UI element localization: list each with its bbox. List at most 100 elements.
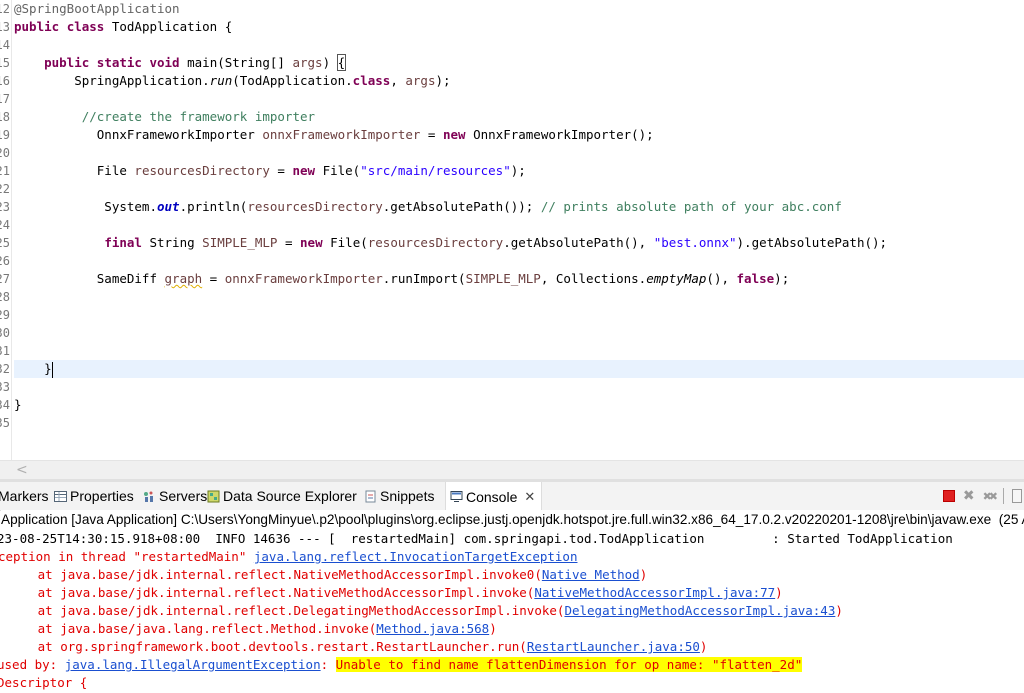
console-error-text: ) xyxy=(699,639,708,654)
tab-label: Markers xyxy=(0,488,49,504)
stacktrace-link[interactable]: RestartLauncher.java:50 xyxy=(527,639,700,654)
line-number: 18 xyxy=(0,110,10,124)
code-line[interactable]: public class TodApplication { xyxy=(14,18,1024,36)
line-number: 34 xyxy=(0,398,10,412)
tab-console[interactable]: Console ✕ xyxy=(445,482,543,511)
terminate-icon[interactable] xyxy=(942,490,955,502)
code-line[interactable] xyxy=(14,36,1024,54)
line-number: 19 xyxy=(0,128,10,142)
line-number: 30 xyxy=(0,326,10,340)
line-number: 33 xyxy=(0,380,10,394)
current-code-line[interactable]: } xyxy=(14,360,1024,378)
code-text: SameDiff xyxy=(14,271,165,286)
annotation-token: @SpringBootApplication xyxy=(14,1,180,16)
code-line[interactable]: @SpringBootApplication xyxy=(14,0,1024,18)
remove-all-terminated-icon[interactable]: ✖✖ xyxy=(983,490,999,503)
code-text: System. xyxy=(14,199,157,214)
code-text: String xyxy=(141,235,203,250)
code-line[interactable] xyxy=(14,90,1024,108)
console-error-text: at java.base/jdk.internal.reflect.Delega… xyxy=(0,603,565,618)
tab-label: Properties xyxy=(70,488,134,504)
line-number: 29 xyxy=(0,308,10,322)
tab-label: Console xyxy=(466,488,518,505)
code-line[interactable]: SameDiff graph = onnxFrameworkImporter.r… xyxy=(14,270,1024,288)
code-line[interactable]: OnnxFrameworkImporter onnxFrameworkImpor… xyxy=(14,126,1024,144)
stacktrace-link[interactable]: DelegatingMethodAccessorImpl.java:43 xyxy=(564,603,835,618)
line-number: 35 xyxy=(0,416,10,430)
static-method-token: run xyxy=(209,73,233,88)
code-text: } xyxy=(14,361,52,376)
scroll-left-icon[interactable]: < xyxy=(16,461,28,479)
code-text: = xyxy=(420,127,443,142)
stacktrace-link[interactable]: NativeMethodAccessorImpl.java:77 xyxy=(534,585,775,600)
code-line[interactable]: } xyxy=(14,396,1024,414)
keyword-token: class xyxy=(352,73,391,88)
tab-markers[interactable]: Markers xyxy=(0,482,49,510)
code-line[interactable] xyxy=(14,144,1024,162)
stacktrace-link[interactable]: java.lang.reflect.InvocationTargetExcept… xyxy=(254,549,578,564)
console-error-text: at java.base/java.lang.reflect.Method.in… xyxy=(0,621,377,636)
code-comment: //create the framework importer xyxy=(81,109,316,124)
tab-snippets[interactable]: Snippets xyxy=(364,482,434,510)
code-text: .println( xyxy=(179,199,248,214)
code-line[interactable] xyxy=(14,306,1024,324)
line-number: 28 xyxy=(0,290,10,304)
code-text: .getAbsolutePath()); xyxy=(382,199,541,214)
code-line[interactable]: public static void main(String[] args) { xyxy=(14,54,1024,72)
line-number: 27 xyxy=(0,272,10,286)
code-editor[interactable]: 12 13 14 15 16 17 18 19 20 21 22 23 24 25 26 27 28 29 30 31… xyxy=(0,0,1024,460)
code-line[interactable]: System.out.println(resourcesDirectory.ge… xyxy=(14,198,1024,216)
console-icon xyxy=(450,490,463,503)
code-line[interactable]: SpringApplication.run(TodApplication.cla… xyxy=(14,72,1024,90)
code-line[interactable] xyxy=(14,342,1024,360)
code-line[interactable] xyxy=(14,414,1024,432)
static-field-token: out xyxy=(157,199,180,214)
console-error-text: used by: xyxy=(0,657,65,672)
console-output[interactable]: 23-08-25T14:30:15.918+08:00 INFO 14636 -… xyxy=(0,530,1024,693)
servers-icon xyxy=(143,490,156,503)
tab-servers[interactable]: Servers xyxy=(143,482,207,510)
console-error-text: at java.base/jdk.internal.reflect.Native… xyxy=(0,585,535,600)
code-comment: // prints absolute path of your abc.conf xyxy=(540,199,842,214)
data-source-explorer-icon xyxy=(207,490,220,503)
console-line: at org.springframework.boot.devtools.res… xyxy=(0,638,708,656)
console-error-text: ception in thread "restartedMain" xyxy=(0,549,254,564)
stacktrace-link[interactable]: java.lang.IllegalArgumentException xyxy=(65,657,321,672)
code-text: ); xyxy=(510,163,526,178)
line-number: 14 xyxy=(0,38,10,52)
stacktrace-link[interactable]: Method.java:568 xyxy=(376,621,489,636)
tab-data-source-explorer[interactable]: Data Source Explorer xyxy=(207,482,357,510)
code-line[interactable] xyxy=(14,324,1024,342)
code-line[interactable] xyxy=(14,378,1024,396)
code-line[interactable]: //create the framework importer xyxy=(14,108,1024,126)
remove-launch-icon[interactable]: ✖ xyxy=(963,488,975,504)
console-toolbar: ✖ ✖✖ xyxy=(942,482,1024,510)
code-line[interactable]: final String SIMPLE_MLP = new File(resou… xyxy=(14,234,1024,252)
code-line[interactable] xyxy=(14,216,1024,234)
close-icon[interactable]: ✕ xyxy=(524,483,535,511)
code-line[interactable] xyxy=(14,288,1024,306)
horizontal-scrollbar[interactable]: < xyxy=(0,460,1024,479)
console-process-title: Application [Java Application] C:\Users\… xyxy=(1,510,1024,529)
code-text: = xyxy=(269,163,293,178)
line-number: 25 xyxy=(0,236,10,250)
code-text: (), xyxy=(706,271,737,286)
line-number: 15 xyxy=(0,56,10,70)
code-line[interactable]: File resourcesDirectory = new File("src/… xyxy=(14,162,1024,180)
console-page-icon[interactable] xyxy=(1012,489,1022,503)
line-number: 20 xyxy=(0,146,10,160)
variable-token: onnxFrameworkImporter xyxy=(262,127,421,142)
console-error-text: : xyxy=(320,657,336,672)
code-line[interactable] xyxy=(14,252,1024,270)
code-line[interactable] xyxy=(14,180,1024,198)
line-number: 22 xyxy=(0,182,10,196)
stacktrace-link[interactable]: Native Method xyxy=(542,567,640,582)
tab-properties[interactable]: Properties xyxy=(54,482,134,510)
console-error-text: at java.base/jdk.internal.reflect.Native… xyxy=(0,567,542,582)
code-text: SpringApplication. xyxy=(14,73,210,88)
console-line: at java.base/jdk.internal.reflect.Native… xyxy=(0,566,648,584)
warning-variable-token: graph xyxy=(164,271,203,286)
